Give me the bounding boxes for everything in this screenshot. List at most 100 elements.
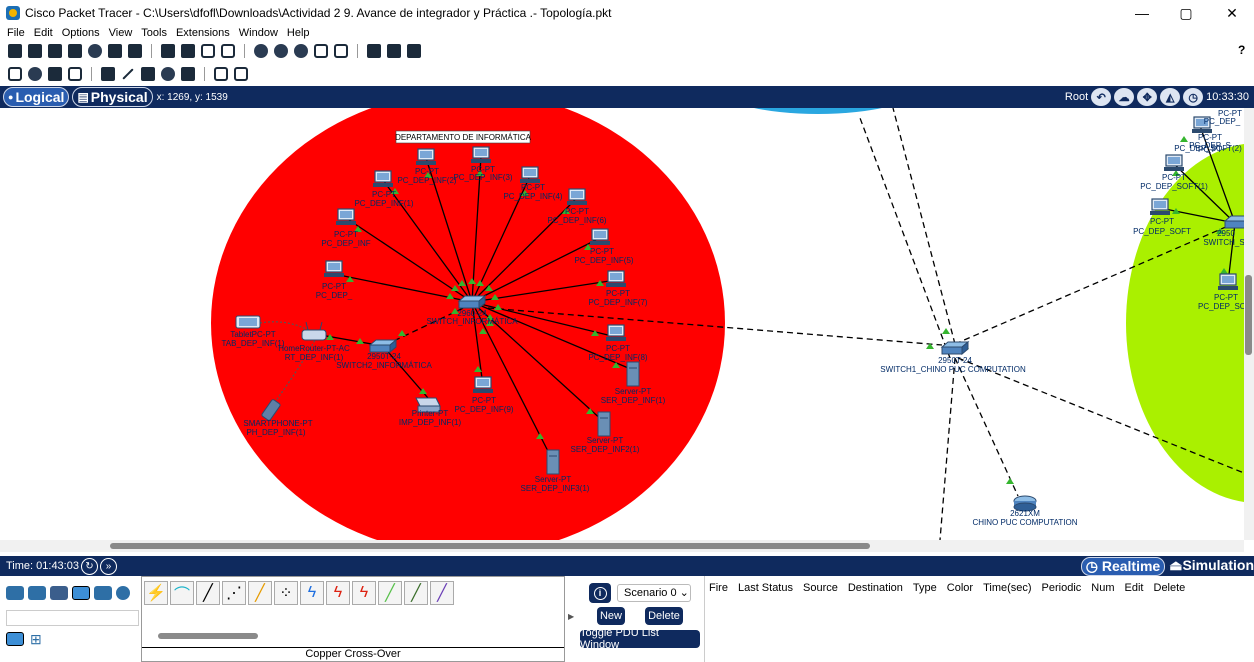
pc-icon[interactable] xyxy=(415,148,437,166)
trunk-core-top[interactable] xyxy=(859,117,951,359)
new-cluster-icon[interactable]: ☁ xyxy=(1114,88,1135,106)
inspect-icon[interactable] xyxy=(28,67,42,81)
pdu-icon[interactable] xyxy=(387,44,401,58)
trunk-core-blue[interactable] xyxy=(892,108,956,345)
menu-options[interactable]: Options xyxy=(62,27,100,39)
delete-icon[interactable] xyxy=(48,67,62,81)
fiber-icon[interactable]: ╱ xyxy=(248,581,272,605)
activity-wizard-icon[interactable] xyxy=(88,44,102,58)
coaxial-icon[interactable]: ϟ xyxy=(300,581,324,605)
pc-icon[interactable] xyxy=(605,270,627,288)
select-icon[interactable] xyxy=(8,67,22,81)
copper-straight-through-icon[interactable]: ╱ xyxy=(196,581,220,605)
root-label[interactable]: Root xyxy=(1065,91,1088,103)
minimize-button[interactable]: — xyxy=(1122,0,1162,26)
switch2-informatica-icon[interactable] xyxy=(369,339,397,353)
connections-icon[interactable] xyxy=(72,586,90,600)
redo-icon[interactable] xyxy=(221,44,235,58)
new-file-icon[interactable] xyxy=(8,44,22,58)
custom-devices-icon[interactable] xyxy=(128,44,142,58)
pc-icon[interactable] xyxy=(605,324,627,342)
grid-icon[interactable]: ⊞ xyxy=(30,631,42,648)
pc-icon[interactable] xyxy=(472,376,494,394)
console-cable-icon[interactable]: ⌒ xyxy=(170,581,194,605)
delete-scenario-button[interactable]: Delete xyxy=(645,607,683,625)
miscellaneous-icon[interactable] xyxy=(94,586,112,600)
server-icon[interactable] xyxy=(626,361,640,387)
draw-rectangle-icon[interactable] xyxy=(141,67,155,81)
phone-cable-icon[interactable]: ⁘ xyxy=(274,581,298,605)
tablet-icon[interactable] xyxy=(235,315,261,329)
physical-tab[interactable]: ▤ Physical xyxy=(72,87,153,107)
core-switch-icon[interactable] xyxy=(941,341,969,355)
menu-help[interactable]: Help xyxy=(287,27,310,39)
custom-device-dialog-icon[interactable] xyxy=(334,44,348,58)
usb-cable-icon[interactable]: ╱ xyxy=(430,581,454,605)
pc-icon[interactable] xyxy=(1149,198,1171,216)
connections-subcategory-icon[interactable] xyxy=(6,632,24,646)
open-folder-icon[interactable] xyxy=(28,44,42,58)
pc-icon[interactable] xyxy=(335,208,357,226)
server-icon[interactable] xyxy=(546,449,560,475)
menu-view[interactable]: View xyxy=(109,27,133,39)
realtime-button[interactable]: ◷ Realtime xyxy=(1080,557,1166,576)
power-cycle-icon[interactable]: ↻ xyxy=(80,557,98,575)
serial-dte-icon[interactable]: ϟ xyxy=(352,581,376,605)
copper-cross-over-icon[interactable]: ⋰ xyxy=(222,581,246,605)
drawing-palette-icon[interactable] xyxy=(314,44,328,58)
paste-icon[interactable] xyxy=(181,44,195,58)
menu-tools[interactable]: Tools xyxy=(141,27,167,39)
resize-shape-icon[interactable] xyxy=(68,67,82,81)
copy-icon[interactable] xyxy=(161,44,175,58)
connection-scroll-thumb[interactable] xyxy=(158,633,258,639)
toggle-pdu-list-button[interactable]: Toggle PDU List Window xyxy=(580,627,700,651)
scenario-select[interactable]: Scenario 0 ⌄ xyxy=(617,584,691,602)
menu-extensions[interactable]: Extensions xyxy=(176,27,230,39)
zoom-reset-icon[interactable] xyxy=(274,44,288,58)
pc-icon[interactable] xyxy=(1163,154,1185,172)
pc-icon[interactable] xyxy=(1217,273,1239,291)
serial-dce-icon[interactable]: ϟ xyxy=(326,581,350,605)
iot-custom-cable-icon[interactable]: ╱ xyxy=(404,581,428,605)
pc-icon[interactable] xyxy=(589,228,611,246)
zone-blue[interactable] xyxy=(718,108,918,114)
freeform-icon[interactable] xyxy=(181,67,195,81)
add-complex-pdu-icon[interactable] xyxy=(234,67,248,81)
logical-workspace[interactable]: DEPARTAMENTO DE INFORMÁTICA 2960-24 SWIT… xyxy=(0,108,1244,540)
info-button[interactable]: i xyxy=(589,583,611,603)
menu-window[interactable]: Window xyxy=(239,27,278,39)
save-icon[interactable] xyxy=(48,44,62,58)
draw-ellipse-icon[interactable] xyxy=(161,67,175,81)
logical-tab[interactable]: ● Logical xyxy=(3,87,70,107)
viewport-icon[interactable] xyxy=(367,44,381,58)
pc-icon[interactable] xyxy=(323,260,345,278)
set-tiled-background-icon[interactable]: ◭ xyxy=(1160,88,1181,106)
undo-icon[interactable] xyxy=(201,44,215,58)
octal-cable-icon[interactable]: ╱ xyxy=(378,581,402,605)
collapse-arrow-icon[interactable]: ▶ xyxy=(568,612,574,621)
move-object-icon[interactable]: ✥ xyxy=(1137,88,1158,106)
menu-edit[interactable]: Edit xyxy=(34,27,53,39)
horizontal-scroll-thumb[interactable] xyxy=(110,543,870,549)
help-button[interactable]: ? xyxy=(1238,43,1245,57)
switch-informatica-icon[interactable] xyxy=(458,295,486,309)
zoom-in-icon[interactable] xyxy=(254,44,268,58)
multiuser-icon[interactable] xyxy=(116,586,130,600)
automatic-connection-icon[interactable]: ⚡ xyxy=(144,581,168,605)
device-search-input[interactable] xyxy=(6,610,139,626)
add-simple-pdu-icon[interactable] xyxy=(214,67,228,81)
draw-line-icon[interactable] xyxy=(122,68,134,80)
close-button[interactable]: ✕ xyxy=(1212,0,1252,26)
place-note-icon[interactable] xyxy=(101,67,115,81)
menu-file[interactable]: File xyxy=(7,27,25,39)
back-icon[interactable]: ↶ xyxy=(1091,88,1112,106)
trunk-core-bottom[interactable] xyxy=(939,357,956,540)
components-icon[interactable] xyxy=(50,586,68,600)
topology-canvas[interactable]: DEPARTAMENTO DE INFORMÁTICA 2960-24 SWIT… xyxy=(0,108,1244,540)
print-icon[interactable] xyxy=(68,44,82,58)
server-icon[interactable] xyxy=(597,411,611,437)
simulation-button[interactable]: ⏏Simulation xyxy=(1169,557,1254,576)
pc-icon[interactable] xyxy=(372,170,394,188)
network-info-icon[interactable] xyxy=(108,44,122,58)
image-icon[interactable] xyxy=(407,44,421,58)
